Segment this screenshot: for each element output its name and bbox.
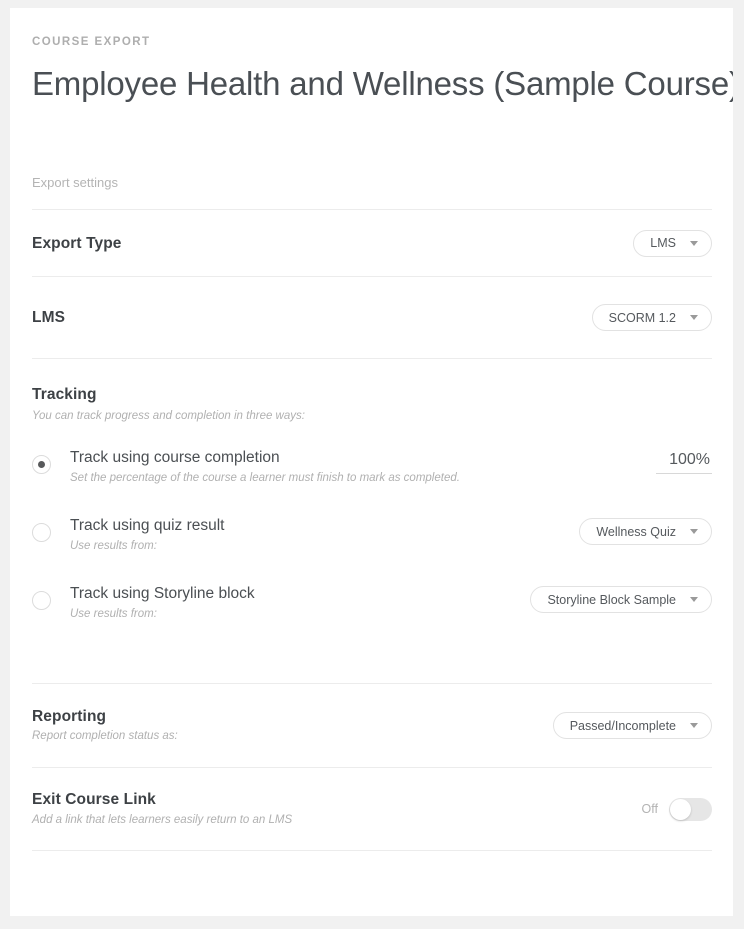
tracking-option-quiz-result[interactable]: Track using quiz result Use results from… — [32, 514, 712, 570]
storyline-source-value: Storyline Block Sample — [547, 592, 676, 607]
export-type-dropdown[interactable]: LMS — [633, 229, 712, 257]
radio-dot — [38, 461, 45, 469]
card-content: COURSE EXPORT Employee Health and Wellne… — [32, 8, 733, 852]
exit-course-link-text: Exit Course Link Add a link that lets le… — [32, 790, 292, 828]
tracking-title: Tracking — [32, 386, 97, 404]
option-storyline-block-subtitle: Use results from: — [70, 608, 157, 621]
option-storyline-block-control: Storyline Block Sample — [530, 582, 712, 614]
export-settings-card: COURSE EXPORT Employee Health and Wellne… — [10, 8, 733, 916]
storyline-source-dropdown[interactable]: Storyline Block Sample — [530, 586, 712, 614]
reporting-subtitle: Report completion status as: — [32, 730, 178, 743]
lms-row: LMS SCORM 1.2 — [32, 277, 712, 358]
page-title: Employee Health and Wellness (Sample Cou… — [32, 64, 733, 102]
exit-course-link-toggle[interactable] — [669, 797, 712, 821]
option-quiz-result-subtitle: Use results from: — [70, 540, 157, 553]
reporting-text: Reporting Report completion status as: — [32, 707, 178, 745]
exit-course-link-toggle-wrap: Off — [641, 797, 712, 821]
exit-course-link-subtitle: Add a link that lets learners easily ret… — [32, 813, 293, 826]
tracking-subtitle: You can track progress and completion in… — [32, 409, 305, 422]
export-settings-label: Export settings — [32, 175, 118, 191]
reporting-status-value: Passed/Incomplete — [569, 718, 676, 733]
radio-quiz-result[interactable] — [32, 523, 51, 543]
lms-text: LMS — [32, 308, 65, 327]
chevron-down-icon — [690, 529, 698, 535]
breadcrumb-eyebrow: COURSE EXPORT — [32, 36, 151, 48]
option-course-completion-body: Track using course completion Set the pe… — [70, 446, 656, 487]
radio-storyline-block[interactable] — [32, 591, 51, 611]
reporting-title: Reporting — [32, 707, 107, 725]
radio-course-completion[interactable] — [32, 455, 51, 475]
exit-course-link-toggle-label: Off — [641, 802, 658, 817]
chevron-down-icon — [690, 723, 698, 729]
option-course-completion-title: Track using course completion — [70, 449, 280, 467]
option-quiz-result-body: Track using quiz result Use results from… — [70, 514, 579, 555]
reporting-status-dropdown[interactable]: Passed/Incomplete — [552, 712, 712, 740]
option-quiz-result-control: Wellness Quiz — [579, 514, 712, 546]
exit-course-link-row: Exit Course Link Add a link that lets le… — [32, 768, 712, 850]
chevron-down-icon — [690, 597, 698, 603]
option-course-completion-subtitle: Set the percentage of the course a learn… — [70, 472, 460, 485]
option-storyline-block-title: Track using Storyline block — [70, 585, 255, 603]
chevron-down-icon — [690, 315, 698, 321]
export-type-text: Export Type — [32, 234, 122, 253]
tracking-option-course-completion[interactable]: Track using course completion Set the pe… — [32, 446, 712, 502]
tracking-heading: Tracking You can track progress and comp… — [32, 359, 712, 424]
option-course-completion-control: 100% — [656, 446, 712, 474]
toggle-knob — [670, 798, 691, 820]
lms-label: LMS — [32, 309, 66, 327]
export-type-row: Export Type LMS — [32, 210, 712, 276]
option-storyline-block-body: Track using Storyline block Use results … — [70, 582, 530, 623]
export-type-label: Export Type — [32, 234, 122, 252]
lms-value: SCORM 1.2 — [608, 310, 676, 325]
lms-dropdown[interactable]: SCORM 1.2 — [591, 304, 712, 332]
tracking-option-storyline-block[interactable]: Track using Storyline block Use results … — [32, 582, 712, 638]
completion-percent-input[interactable]: 100% — [656, 450, 712, 474]
divider-bottom — [32, 850, 712, 852]
exit-course-link-title: Exit Course Link — [32, 791, 156, 809]
reporting-row: Reporting Report completion status as: P… — [32, 684, 712, 767]
export-type-value: LMS — [650, 236, 676, 251]
quiz-source-value: Wellness Quiz — [596, 524, 676, 539]
option-quiz-result-title: Track using quiz result — [70, 517, 225, 535]
chevron-down-icon — [690, 240, 698, 246]
quiz-source-dropdown[interactable]: Wellness Quiz — [579, 518, 712, 546]
